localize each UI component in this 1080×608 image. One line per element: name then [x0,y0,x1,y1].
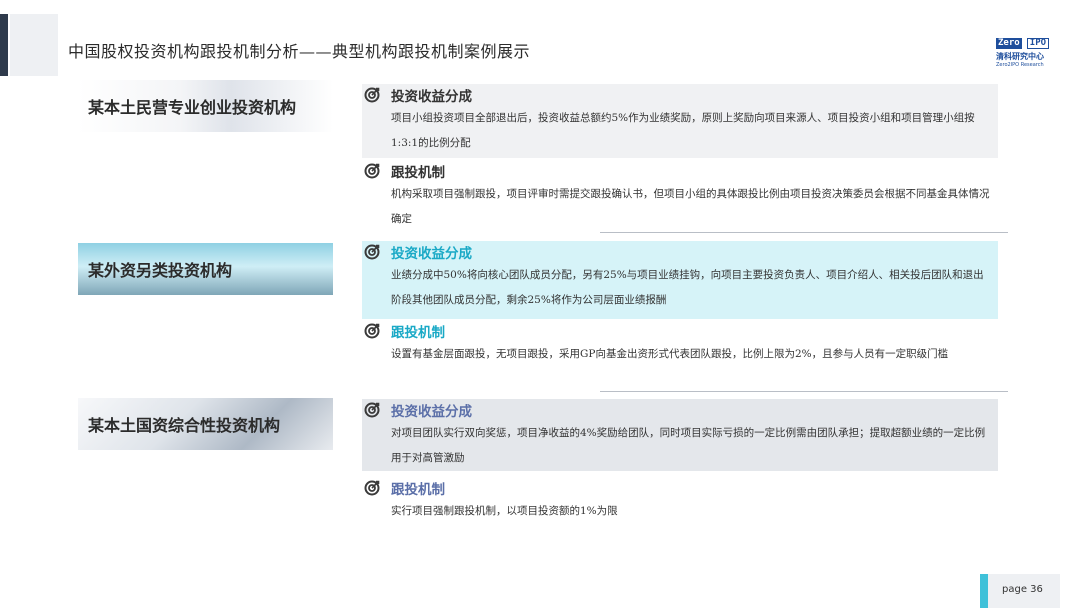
section-profit-sharing-2: 投资收益分成 业绩分成中50%将向核心团队成员分配，另有25%与项目业绩挂钩，向… [362,241,998,319]
divider-line [600,391,1008,392]
target-icon [364,402,380,418]
section-title: 跟投机制 [391,482,445,498]
section-profit-sharing-1: 投资收益分成 项目小组投资项目全部退出后，投资收益总额约5%作为业绩奖励，原则上… [362,84,998,158]
category-private-vc: 某本土民营专业创业投资机构 [78,80,333,132]
header-accent-bar [0,14,8,76]
category-foreign-alternative: 某外资另类投资机构 [78,243,333,295]
target-icon [364,163,380,179]
zero2ipo-logo: Zero IPO 清科研究中心 Zero2IPO Research [996,30,1058,68]
section-text: 实行项目强制跟投机制，以项目投资额的1%为限 [391,505,618,517]
logo-english: Zero2IPO Research [996,62,1044,68]
page-title: 中国股权投资机构跟投机制分析——典型机构跟投机制案例展示 [68,42,531,61]
section-text: 机构采取项目强制跟投，项目评审时需提交跟投确认书，但项目小组的具体跟投比例由项目… [391,188,990,225]
section-title: 投资收益分成 [391,246,472,262]
section-text: 业绩分成中50%将向核心团队成员分配，另有25%与项目业绩挂钩，向项目主要投资负… [391,269,984,306]
target-icon [364,244,380,260]
section-text: 项目小组投资项目全部退出后，投资收益总额约5%作为业绩奖励，原则上奖励向项目来源… [391,112,975,149]
page-number-accent [980,574,988,608]
target-icon [364,323,380,339]
section-profit-sharing-3: 投资收益分成 对项目团队实行双向奖惩，项目净收益的4%奖励给团队，同时项目实际亏… [362,399,998,471]
section-co-invest-1: 跟投机制 机构采取项目强制跟投，项目评审时需提交跟投确认书，但项目小组的具体跟投… [362,160,998,232]
section-title: 投资收益分成 [391,89,472,105]
logo-zero: Zero [996,38,1022,49]
page-number-box: page 36 [980,574,1060,608]
logo-chinese: 清科研究中心 [996,52,1044,61]
target-icon [364,87,380,103]
section-text: 设置有基金层面跟投，无项目跟投，采用GP向基金出资形式代表团队跟投，比例上限为2… [391,348,949,360]
category-state-owned: 某本土国资综合性投资机构 [78,398,333,450]
header-panel [10,14,58,76]
category-label: 某本土国资综合性投资机构 [88,416,281,435]
section-title: 跟投机制 [391,325,445,341]
logo-ipo: IPO [1026,38,1050,49]
page-number: page 36 [1002,584,1043,595]
section-title: 跟投机制 [391,165,445,181]
target-icon [364,480,380,496]
section-co-invest-2: 跟投机制 设置有基金层面跟投，无项目跟投，采用GP向基金出资形式代表团队跟投，比… [362,320,998,392]
category-label: 某本土民营专业创业投资机构 [88,98,297,117]
divider-line [600,232,1008,233]
section-text: 对项目团队实行双向奖惩，项目净收益的4%奖励给团队，同时项目实际亏损的一定比例需… [391,427,986,464]
section-title: 投资收益分成 [391,404,472,420]
section-co-invest-3: 跟投机制 实行项目强制跟投机制，以项目投资额的1%为限 [362,477,998,523]
category-label: 某外资另类投资机构 [88,261,233,280]
